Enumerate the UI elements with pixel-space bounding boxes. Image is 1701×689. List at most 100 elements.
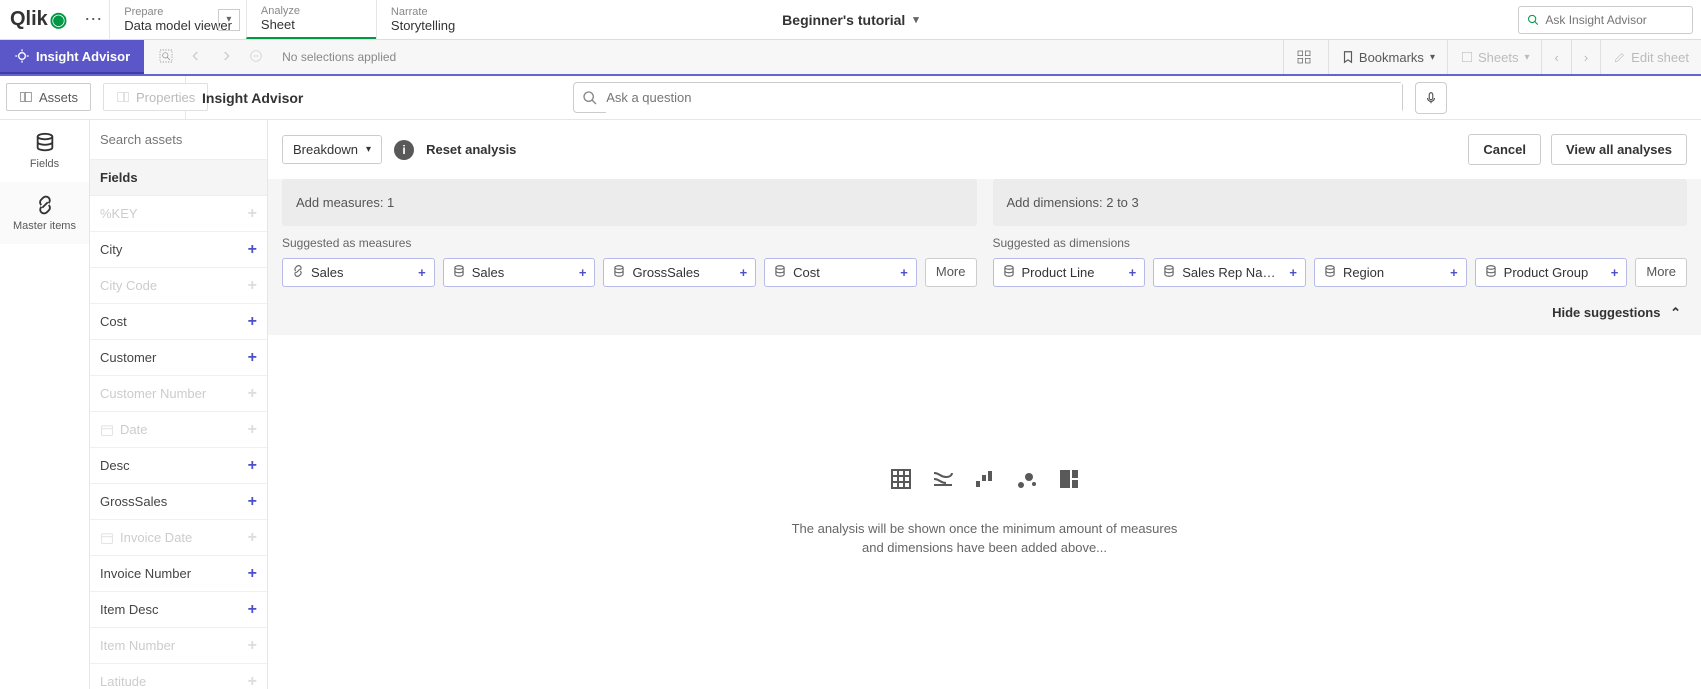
add-field-icon[interactable]: + bbox=[248, 637, 257, 655]
field-label: Item Number bbox=[100, 638, 175, 653]
field-label: Cost bbox=[100, 314, 127, 329]
analysis-type-dropdown[interactable]: Breakdown ▾ bbox=[282, 135, 382, 164]
suggestion-chip[interactable]: Product Group+ bbox=[1475, 258, 1628, 287]
cancel-button[interactable]: Cancel bbox=[1468, 134, 1541, 165]
add-icon[interactable]: + bbox=[1450, 265, 1458, 280]
suggestion-chip[interactable]: Region + bbox=[1314, 258, 1467, 287]
selections-tool-button[interactable] bbox=[1283, 40, 1328, 74]
add-field-icon[interactable]: + bbox=[248, 385, 257, 403]
field-row[interactable]: City Code+ bbox=[90, 268, 267, 304]
placeholder-line2: and dimensions have been added above... bbox=[792, 538, 1178, 558]
field-label: Latitude bbox=[100, 674, 146, 689]
reset-analysis-button[interactable]: Reset analysis bbox=[426, 142, 516, 157]
field-row[interactable]: City+ bbox=[90, 232, 267, 268]
tab-prepare[interactable]: Prepare Data model viewer ▾ bbox=[109, 0, 246, 39]
ask-question-box[interactable] bbox=[573, 82, 1403, 113]
no-selections-text: No selections applied bbox=[282, 50, 396, 64]
suggestion-chip[interactable]: Sales+ bbox=[282, 258, 435, 287]
add-field-icon[interactable]: + bbox=[248, 241, 257, 259]
hide-suggestions-button[interactable]: Hide suggestions ⌃ bbox=[268, 297, 1701, 335]
hide-suggestions-label: Hide suggestions bbox=[1552, 305, 1660, 320]
more-suggestions-button[interactable]: More bbox=[925, 258, 977, 287]
add-icon[interactable]: + bbox=[900, 265, 908, 280]
suggestion-chip[interactable]: Sales Rep Name1+ bbox=[1153, 258, 1306, 287]
rail-master-items[interactable]: Master items bbox=[0, 182, 89, 244]
dimensions-drop-zone[interactable]: Add dimensions: 2 to 3 bbox=[993, 179, 1688, 226]
field-label: Invoice Number bbox=[100, 566, 191, 581]
app-title[interactable]: Beginner's tutorial ▾ bbox=[782, 0, 919, 39]
suggestion-chip[interactable]: GrossSales+ bbox=[603, 258, 756, 287]
database-icon bbox=[1484, 264, 1498, 278]
chevron-down-icon: ▾ bbox=[1430, 52, 1435, 63]
field-row[interactable]: Item Number + bbox=[90, 628, 267, 664]
add-icon[interactable]: + bbox=[1289, 265, 1297, 280]
add-icon[interactable]: + bbox=[1129, 265, 1137, 280]
dropdown-label: Breakdown bbox=[293, 142, 358, 157]
suggestion-chip[interactable]: Sales+ bbox=[443, 258, 596, 287]
insight-search-box[interactable] bbox=[1518, 6, 1693, 34]
assets-toggle[interactable]: Assets bbox=[6, 83, 91, 111]
chip-label: Cost bbox=[793, 265, 894, 280]
add-field-icon[interactable]: + bbox=[248, 349, 257, 367]
fields-header: Fields bbox=[90, 160, 267, 196]
database-icon bbox=[1323, 264, 1337, 278]
add-field-icon[interactable]: + bbox=[248, 601, 257, 619]
view-all-analyses-button[interactable]: View all analyses bbox=[1551, 134, 1687, 165]
field-row[interactable]: Invoice Number + bbox=[90, 556, 267, 592]
database-icon bbox=[1002, 264, 1016, 278]
panel-icon bbox=[19, 90, 33, 104]
tab-big: Storytelling bbox=[391, 18, 492, 33]
add-field-icon[interactable]: + bbox=[248, 421, 257, 439]
mic-button[interactable] bbox=[1415, 82, 1447, 114]
rail-fields[interactable]: Fields bbox=[0, 120, 89, 182]
add-icon[interactable]: + bbox=[740, 265, 748, 280]
measures-drop-zone[interactable]: Add measures: 1 bbox=[282, 179, 977, 226]
add-field-icon[interactable]: + bbox=[248, 493, 257, 511]
more-menu-button[interactable]: ⋯ bbox=[77, 0, 109, 39]
add-field-icon[interactable]: + bbox=[248, 565, 257, 583]
info-icon[interactable]: i bbox=[394, 140, 414, 160]
chevron-down-icon[interactable]: ▾ bbox=[218, 9, 240, 31]
field-row[interactable]: Latitude + bbox=[90, 664, 267, 689]
field-label: Date bbox=[120, 422, 147, 437]
search-assets-input[interactable] bbox=[100, 132, 257, 147]
add-field-icon[interactable]: + bbox=[248, 205, 257, 223]
field-row[interactable]: GrossSales+ bbox=[90, 484, 267, 520]
insight-search-input[interactable] bbox=[1545, 13, 1684, 27]
add-icon[interactable]: + bbox=[1611, 265, 1619, 280]
suggestion-chip[interactable]: Cost + bbox=[764, 258, 917, 287]
field-row[interactable]: Desc+ bbox=[90, 448, 267, 484]
field-row[interactable]: Customer Number + bbox=[90, 376, 267, 412]
smart-search-icon[interactable] bbox=[158, 48, 174, 67]
tab-small: Narrate bbox=[391, 6, 492, 18]
tab-analyze[interactable]: Analyze Sheet bbox=[246, 0, 376, 39]
prev-sheet-button: ‹ bbox=[1541, 40, 1570, 74]
field-row[interactable]: Date + bbox=[90, 412, 267, 448]
add-field-icon[interactable]: + bbox=[248, 673, 257, 689]
add-icon[interactable]: + bbox=[418, 265, 426, 280]
add-field-icon[interactable]: + bbox=[248, 529, 257, 547]
insight-advisor-button[interactable]: Insight Advisor bbox=[0, 40, 144, 74]
add-field-icon[interactable]: + bbox=[248, 457, 257, 475]
sheets-button[interactable]: Sheets ▾ bbox=[1447, 40, 1542, 74]
chevron-down-icon: ▾ bbox=[366, 144, 371, 155]
ask-question-input[interactable] bbox=[606, 83, 1402, 113]
bookmark-icon bbox=[1341, 50, 1355, 64]
field-label: Customer Number bbox=[100, 386, 206, 401]
more-suggestions-button[interactable]: More bbox=[1635, 258, 1687, 287]
field-row[interactable]: Invoice Date+ bbox=[90, 520, 267, 556]
qlik-logo[interactable]: Qlik◉ bbox=[0, 0, 77, 39]
suggestion-chip[interactable]: Product Line+ bbox=[993, 258, 1146, 287]
add-field-icon[interactable]: + bbox=[248, 313, 257, 331]
chip-label: Region bbox=[1343, 265, 1444, 280]
edit-sheet-button: Edit sheet bbox=[1600, 40, 1701, 74]
field-row[interactable]: Customer+ bbox=[90, 340, 267, 376]
field-row[interactable]: %KEY+ bbox=[90, 196, 267, 232]
add-field-icon[interactable]: + bbox=[248, 277, 257, 295]
bookmarks-button[interactable]: Bookmarks ▾ bbox=[1328, 40, 1447, 74]
sheet-icon bbox=[1460, 50, 1474, 64]
field-row[interactable]: Cost + bbox=[90, 304, 267, 340]
field-row[interactable]: Item Desc+ bbox=[90, 592, 267, 628]
add-icon[interactable]: + bbox=[579, 265, 587, 280]
tab-narrate[interactable]: Narrate Storytelling bbox=[376, 0, 506, 39]
